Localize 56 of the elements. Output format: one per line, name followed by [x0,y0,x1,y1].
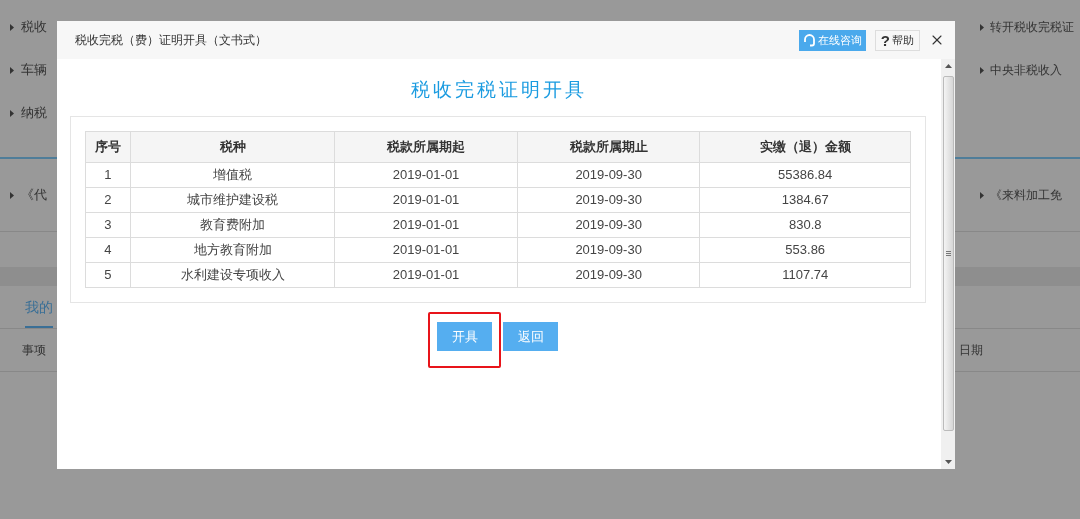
column-header: 事项 [22,342,46,359]
table-cell: 1107.74 [699,262,911,288]
table-cell: 增值税 [130,162,335,188]
action-button[interactable]: 返回 [503,322,558,351]
table-cell: 2 [85,187,131,213]
table-cell: 2019-09-30 [517,162,700,188]
menu-link[interactable]: 纳税 [21,103,47,123]
triangle-icon [10,109,14,117]
table-cell: 830.8 [699,212,911,238]
scroll-up-icon[interactable] [944,64,952,68]
dialog-title: 税收完税（费）证明开具（文书式） [75,32,268,49]
column-header: 实缴（退）金额 [699,131,911,163]
table-cell: 2019-09-30 [517,212,700,238]
table-cell: 2019-01-01 [334,162,518,188]
triangle-icon [10,191,14,199]
form-link[interactable]: 《来料加工免 [990,186,1062,204]
triangle-icon [980,23,984,31]
table-cell: 城市维护建设税 [130,187,335,213]
triangle-icon [980,191,984,199]
table-cell: 2019-01-01 [334,212,518,238]
help-button[interactable]: ?帮助 [874,29,920,51]
table-cell: 教育费附加 [130,212,335,238]
table-cell: 1384.67 [699,187,911,213]
table-cell: 2019-01-01 [334,237,518,263]
table-cell: 553.86 [699,237,911,263]
triangle-icon [980,66,984,74]
page-heading: 税收完税证明开具 [410,77,588,101]
table-cell: 2019-09-30 [517,237,700,263]
table-cell: 4 [85,237,131,263]
form-link[interactable]: 《代 [21,185,47,205]
table-cell: 2019-01-01 [334,262,518,288]
column-header: 日期 [959,342,983,359]
menu-link[interactable]: 转开税收完税证 [990,18,1074,36]
column-header: 税款所属期起 [334,131,518,163]
table-cell: 水利建设专项收入 [130,262,335,288]
column-header: 序号 [85,131,131,163]
table-cell: 1 [85,162,131,188]
table-cell: 2019-09-30 [517,187,700,213]
table-cell: 2019-09-30 [517,262,700,288]
column-header: 税种 [130,131,335,163]
scroll-down-icon[interactable] [944,460,952,464]
table-cell: 2019-01-01 [334,187,518,213]
triangle-icon [10,66,14,74]
table-cell: 55386.84 [699,162,911,188]
table-cell: 3 [85,212,131,238]
grip-icon [945,251,951,256]
menu-link[interactable]: 车辆 [21,60,47,80]
table-cell: 地方教育附加 [130,237,335,263]
action-button[interactable]: 开具 [437,322,492,351]
headset-icon [802,33,816,47]
column-header: 税款所属期止 [517,131,700,163]
consult-button[interactable]: 在线咨询 [798,29,866,51]
menu-link[interactable]: 税收 [21,17,47,37]
menu-link[interactable]: 中央非税收入 [990,61,1062,79]
table-cell: 5 [85,262,131,288]
triangle-icon [10,23,14,31]
